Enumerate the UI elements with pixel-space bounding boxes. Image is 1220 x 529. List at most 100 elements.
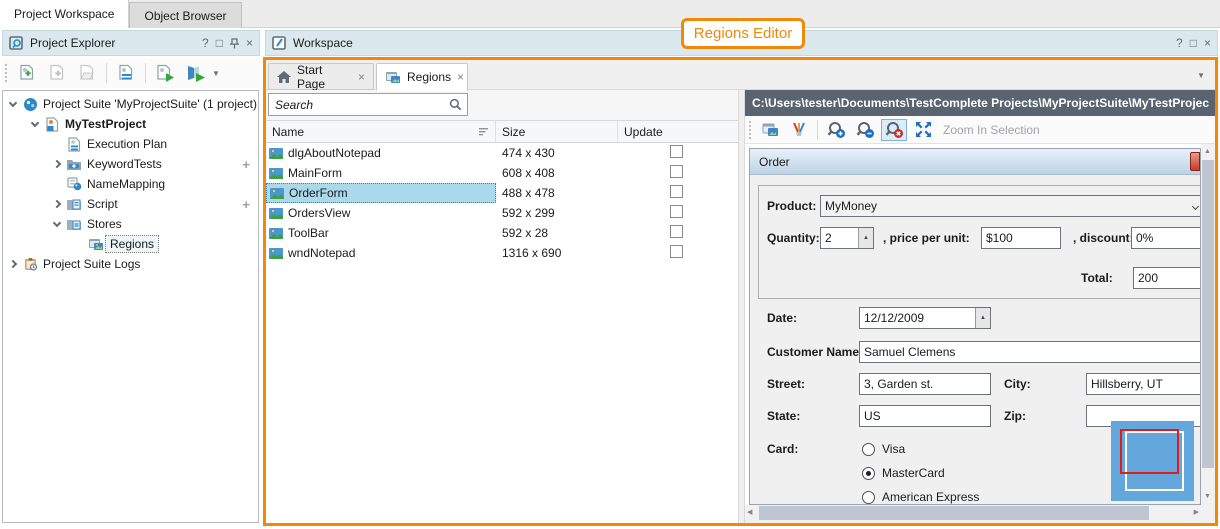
app-tab-bar: Project Workspace Object Browser [0, 0, 1220, 28]
close-icon[interactable]: × [1204, 36, 1211, 50]
discount-label: , discount: [1073, 227, 1134, 249]
scroll-left-icon[interactable]: ◀ [747, 506, 752, 520]
add-new-item-button[interactable] [14, 61, 40, 85]
update-checkbox[interactable] [670, 205, 683, 218]
table-row-toolbar[interactable]: ToolBar 592 x 28 [266, 223, 738, 243]
horizontal-scroll-thumb[interactable] [759, 506, 1149, 520]
region-file-path: C:\Users\tester\Documents\TestComplete P… [745, 90, 1215, 116]
toolbar-separator [106, 63, 107, 83]
close-icon[interactable]: × [246, 36, 253, 50]
scroll-right-icon[interactable]: ▶ [1194, 506, 1199, 520]
horizontal-scrollbar[interactable]: ◀ ▶ [745, 505, 1201, 521]
zoom-in-selection-label: Zoom In Selection [943, 123, 1040, 137]
spinner-arrows-icon: ▲▼ [858, 228, 873, 248]
discount-field: 0% [1131, 227, 1201, 249]
tab-object-browser[interactable]: Object Browser [129, 2, 241, 28]
tree-item-namemapping[interactable]: NameMapping [3, 174, 258, 194]
region-selection-overlay[interactable] [1111, 421, 1194, 501]
tree-item-project-suite-logs[interactable]: Project Suite Logs [3, 254, 258, 274]
project-suite-icon [21, 97, 39, 112]
project-explorer-title: Project Explorer [30, 36, 115, 50]
toolbar-grip-handle[interactable] [748, 120, 752, 140]
tab-project-workspace[interactable]: Project Workspace [0, 0, 129, 28]
chevron-right-icon[interactable] [9, 260, 17, 268]
tab-regions[interactable]: Regions × [376, 63, 468, 91]
chevron-right-icon[interactable] [53, 200, 61, 208]
spinner-arrows-icon: ▲▼ [975, 308, 990, 328]
pin-icon[interactable] [230, 38, 239, 49]
column-header-size[interactable]: Size [496, 121, 618, 142]
toolbar-grip-handle[interactable] [4, 63, 8, 83]
scroll-up-icon[interactable]: ▲ [1204, 145, 1211, 159]
zoom-reset-button-active[interactable] [881, 119, 907, 141]
column-header-update[interactable]: Update [618, 121, 736, 142]
region-preview-canvas[interactable]: Order Product: MyMoney Quantity: 2 ▲▼ , … [745, 144, 1201, 505]
region-preview-pane: C:\Users\tester\Documents\TestComplete P… [745, 90, 1215, 523]
table-row-mainform[interactable]: MainForm 608 x 408 [266, 163, 738, 183]
update-checkbox[interactable] [670, 145, 683, 158]
help-icon[interactable]: ? [202, 36, 209, 50]
update-checkbox[interactable] [670, 225, 683, 238]
radio-button-checked-icon [862, 467, 875, 480]
image-icon [269, 148, 283, 159]
capture-image-button[interactable] [757, 119, 783, 141]
chevron-down-icon[interactable] [9, 98, 17, 106]
tree-item-script[interactable]: Script + [3, 194, 258, 214]
home-icon [277, 71, 291, 83]
tab-start-page[interactable]: Start Page × [268, 63, 374, 90]
execution-plan-button[interactable] [113, 61, 139, 85]
tab-list-dropdown[interactable]: ▼ [1197, 71, 1205, 80]
vertical-scroll-thumb[interactable] [1202, 160, 1214, 468]
zoom-out-button[interactable] [852, 119, 878, 141]
total-label: Total: [1081, 267, 1113, 289]
image-icon [269, 168, 283, 179]
tree-item-regions[interactable]: Regions [3, 234, 258, 254]
search-box [268, 93, 468, 116]
regions-table-header: Name Size Update [266, 121, 738, 143]
column-header-name[interactable]: Name [266, 121, 496, 142]
fit-to-size-button[interactable] [910, 119, 936, 141]
vertical-scrollbar[interactable]: ▲ ▼ [1201, 144, 1215, 505]
name-mapping-icon [65, 177, 83, 191]
edit-with-tools-button[interactable] [786, 119, 812, 141]
zoom-in-button[interactable] [823, 119, 849, 141]
maximize-icon[interactable]: □ [1190, 36, 1197, 50]
tree-item-execution-plan[interactable]: Execution Plan [3, 134, 258, 154]
close-tab-icon[interactable]: × [457, 70, 464, 84]
run-project-button[interactable] [152, 61, 178, 85]
run-project-suite-button[interactable] [182, 61, 208, 85]
chevron-down-icon [1192, 203, 1199, 210]
chevron-right-icon[interactable] [53, 160, 61, 168]
panel-splitter[interactable] [738, 90, 745, 523]
search-icon[interactable] [449, 98, 467, 111]
add-script-button[interactable]: + [242, 197, 250, 212]
product-label: Product: [767, 195, 816, 217]
update-checkbox[interactable] [670, 185, 683, 198]
scroll-down-icon[interactable]: ▼ [1204, 490, 1211, 504]
tree-item-mytestproject[interactable]: MyTestProject [3, 114, 258, 134]
image-icon [269, 208, 283, 219]
table-row-wndnotepad[interactable]: wndNotepad 1316 x 690 [266, 243, 738, 263]
regions-tab-icon [385, 71, 401, 84]
toolbar-more-dropdown[interactable]: ▼ [212, 69, 220, 78]
tree-item-stores[interactable]: Stores [3, 214, 258, 234]
tree-item-keywordtests[interactable]: KeywordTests + [3, 154, 258, 174]
close-tab-icon[interactable]: × [358, 70, 365, 84]
quantity-label: Quantity: [767, 227, 820, 249]
maximize-icon[interactable]: □ [216, 36, 223, 50]
update-checkbox[interactable] [670, 165, 683, 178]
chevron-down-icon[interactable] [53, 218, 61, 226]
add-keywordtest-button[interactable]: + [242, 157, 250, 172]
date-spinner: 12/12/2009 ▲▼ [859, 307, 991, 329]
image-icon [269, 248, 283, 259]
table-row-orderform-selected[interactable]: OrderForm 488 x 478 [266, 183, 738, 203]
chevron-down-icon[interactable] [31, 118, 39, 126]
update-checkbox[interactable] [670, 245, 683, 258]
tree-item-project-suite[interactable]: Project Suite 'MyProjectSuite' (1 projec… [3, 94, 258, 114]
table-row-dlgaboutnotepad[interactable]: dlgAboutNotepad 474 x 430 [266, 143, 738, 163]
project-explorer-toolbar: ▼ [2, 58, 260, 88]
search-input[interactable] [269, 98, 449, 112]
table-row-ordersview[interactable]: OrdersView 592 x 299 [266, 203, 738, 223]
help-icon[interactable]: ? [1176, 36, 1183, 50]
price-per-unit-label: , price per unit: [883, 227, 970, 249]
